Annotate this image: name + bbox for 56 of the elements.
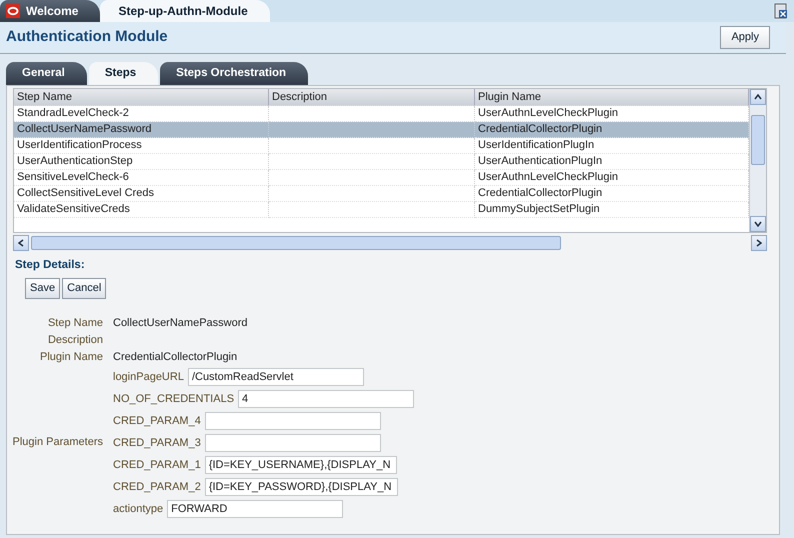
- apply-button[interactable]: Apply: [720, 26, 770, 48]
- close-button[interactable]: [774, 2, 788, 20]
- input-field[interactable]: 4: [238, 390, 414, 408]
- tab[interactable]: Steps Orchestration: [160, 62, 308, 85]
- column-header[interactable]: Plugin Name: [475, 88, 749, 106]
- table-row[interactable]: CollectSensitiveLevel Creds CredentialCollectorPlugin: [14, 186, 749, 202]
- chevron-right-icon: [756, 238, 762, 247]
- section-title: Step Details:: [14, 258, 86, 273]
- table-cell: SensitiveLevelCheck-6: [14, 170, 269, 186]
- scroll-right-button[interactable]: [751, 234, 767, 251]
- tab[interactable]: Steps: [88, 62, 158, 85]
- field-label: CRED_PARAM_1: [113, 458, 201, 473]
- table-cell: UserIdentificationProcess: [14, 138, 269, 154]
- field-label: Step Name: [46, 316, 104, 331]
- window-tab[interactable]: Welcome: [0, 0, 100, 22]
- input-field[interactable]: /CustomReadServlet: [188, 368, 364, 386]
- scroll-down-button[interactable]: [750, 216, 766, 232]
- logo-icon: [6, 4, 20, 18]
- field-label: CRED_PARAM_2: [113, 480, 201, 495]
- field-label: Description: [46, 332, 104, 348]
- table-cell: ValidateSensitiveCreds: [14, 202, 269, 218]
- field-label: NO_OF_CREDENTIALS: [113, 392, 234, 407]
- chevron-down-icon: [754, 220, 762, 227]
- input-field[interactable]: FORWARD: [167, 500, 344, 518]
- field-label: CRED_PARAM_4: [113, 414, 201, 429]
- scroll-left-button[interactable]: [13, 234, 29, 251]
- table-cell: CollectSensitiveLevel Creds: [14, 186, 269, 202]
- column-header[interactable]: Step Name: [14, 88, 269, 106]
- input-field[interactable]: {ID=KEY_PASSWORD},{DISPLAY_N: [204, 478, 398, 496]
- column-header[interactable]: Description: [269, 88, 475, 106]
- table-row[interactable]: UserIdentificationProcess UserIdentificationPlugIn: [14, 138, 749, 154]
- page-title: Authentication Module: [6, 27, 168, 47]
- field-label: Plugin Name: [39, 350, 104, 365]
- table-cell: CollectUserNamePassword: [14, 122, 269, 138]
- tab[interactable]: General: [6, 62, 87, 85]
- table-row[interactable]: UserAuthenticationStep UserAuthenticationPlugIn: [14, 154, 749, 170]
- table-cell: UserAuthenticationStep: [14, 154, 269, 170]
- chevron-up-icon: [754, 94, 762, 100]
- field-label: Plugin Parameters: [12, 434, 104, 450]
- vertical-scrollbar[interactable]: [749, 88, 766, 232]
- field-label: actiontype: [113, 502, 164, 517]
- table-row[interactable]: CollectUserNamePassword CredentialCollectorPlugin: [14, 122, 749, 138]
- field-value: CredentialCollectorPlugin: [113, 350, 238, 365]
- window-tab[interactable]: Step-up-Authn-Module: [100, 0, 270, 22]
- input-field[interactable]: {ID=KEY_USERNAME},{DISPLAY_N: [204, 456, 397, 474]
- input-field[interactable]: [204, 434, 381, 452]
- scroll-up-button[interactable]: [750, 88, 766, 105]
- field-label: CRED_PARAM_3: [113, 436, 201, 451]
- form-button[interactable]: Save: [25, 278, 60, 298]
- table-row[interactable]: ValidateSensitiveCreds DummySubjectSetPlugin: [14, 202, 749, 218]
- input-field[interactable]: [204, 412, 381, 430]
- field-value: CollectUserNamePassword: [113, 316, 248, 331]
- chevron-left-icon: [18, 238, 24, 247]
- table-row[interactable]: SensitiveLevelCheck-6 UserAuthnLevelCheckPlugin: [14, 170, 749, 186]
- field-label: loginPageURL: [113, 370, 184, 385]
- form-button[interactable]: Cancel: [62, 278, 106, 298]
